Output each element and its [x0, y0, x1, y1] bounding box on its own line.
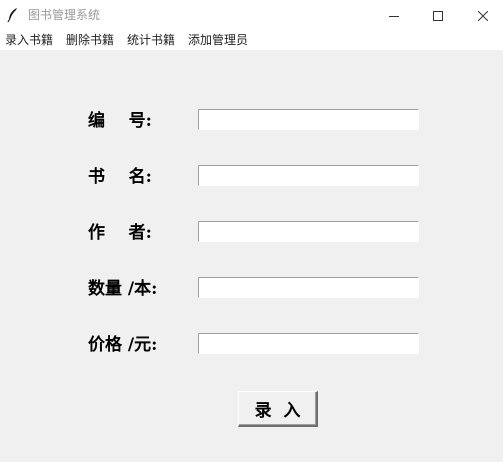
menu-item-book-stats[interactable]: 统计书籍: [121, 30, 182, 50]
maximize-icon: [433, 6, 443, 25]
book-entry-form: 编 号: 书 名: 作 者: 数量 /本: 价格 /元: 录 入: [0, 50, 503, 462]
submit-button[interactable]: 录 入: [238, 391, 318, 427]
minimize-button[interactable]: [371, 0, 417, 30]
author-input[interactable]: [198, 221, 419, 242]
minimize-icon: [389, 6, 399, 25]
close-icon: [477, 6, 489, 25]
book-id-label: 编 号:: [88, 111, 152, 131]
book-id-input[interactable]: [198, 109, 419, 130]
price-input[interactable]: [198, 333, 419, 354]
title-bar: 图书管理系统: [0, 0, 503, 30]
menu-item-add-book[interactable]: 录入书籍: [0, 30, 60, 50]
book-title-label: 书 名:: [88, 167, 152, 187]
author-label: 作 者:: [88, 223, 152, 243]
book-title-input[interactable]: [198, 165, 419, 186]
maximize-button[interactable]: [415, 0, 461, 30]
feather-icon: [6, 7, 20, 23]
menu-item-add-admin[interactable]: 添加管理员: [182, 30, 255, 50]
close-button[interactable]: [460, 0, 503, 30]
quantity-input[interactable]: [198, 277, 419, 298]
menu-bar: 录入书籍 删除书籍 统计书籍 添加管理员: [0, 30, 503, 50]
window-title: 图书管理系统: [28, 8, 101, 22]
quantity-label: 数量 /本:: [88, 279, 158, 299]
price-label: 价格 /元:: [88, 335, 158, 355]
app-window: 图书管理系统 录入书籍 删除书籍 统计书籍 添加管理员 编 号: 书 名: 作: [0, 0, 503, 462]
menu-item-delete-book[interactable]: 删除书籍: [60, 30, 121, 50]
